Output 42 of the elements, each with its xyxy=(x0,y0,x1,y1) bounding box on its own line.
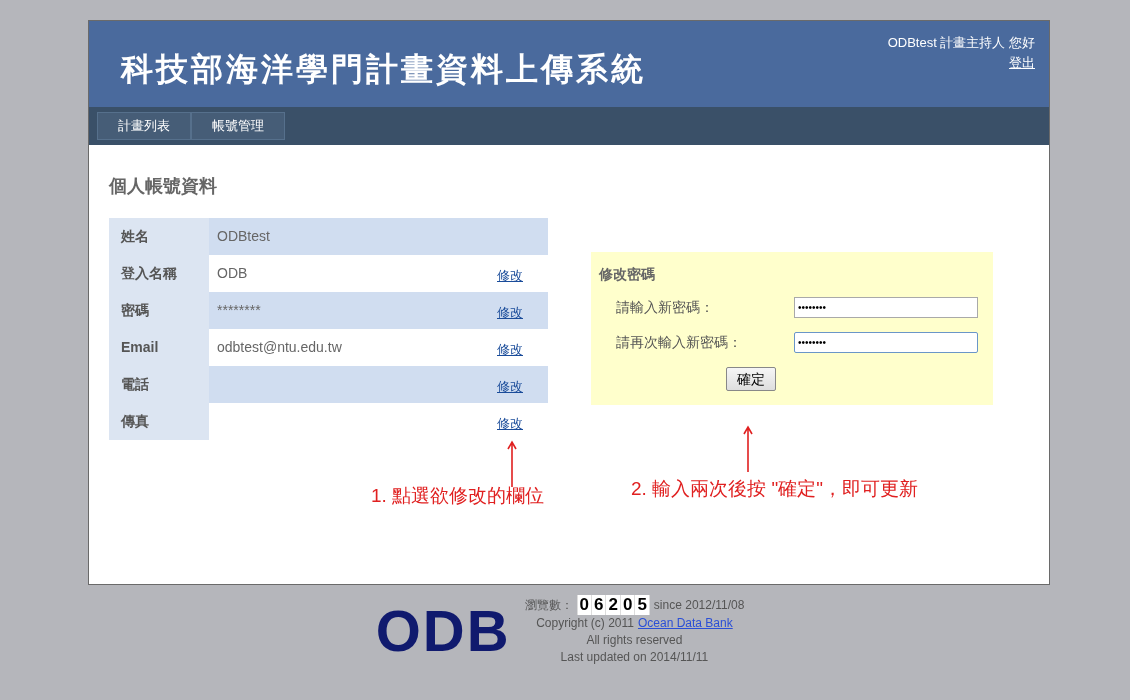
edit-link[interactable]: 修改 xyxy=(497,413,523,434)
field-label: 密碼 xyxy=(109,292,209,329)
nav-tab[interactable]: 帳號管理 xyxy=(191,112,285,140)
section-title: 個人帳號資料 xyxy=(109,175,218,198)
greeting-text: ODBtest 計畫主持人 您好 xyxy=(887,34,1035,52)
arrow-icon xyxy=(507,440,517,488)
panel-title: 修改密碼 xyxy=(599,265,656,284)
field-value: ******** xyxy=(217,301,261,320)
annotation-text: 1. 點選欲修改的欄位 xyxy=(371,484,546,508)
nav-tab[interactable]: 計畫列表 xyxy=(97,112,191,140)
arrow-icon xyxy=(743,425,753,473)
since-text: since 2012/11/08 xyxy=(653,596,745,614)
logout-link[interactable]: 登出 xyxy=(1009,52,1035,72)
field-value: ODB xyxy=(217,264,248,283)
updated-text: Last updated on 2014/11/11 xyxy=(560,649,709,666)
counter-digit: 2 xyxy=(606,595,620,615)
confirm-button[interactable]: 確定 xyxy=(726,367,776,391)
field-label: 電話 xyxy=(109,366,209,403)
counter-digit: 6 xyxy=(592,595,606,615)
counter-label: 瀏覽數： xyxy=(524,596,573,614)
counter-digit: 0 xyxy=(577,595,591,615)
counter-digit: 5 xyxy=(635,595,649,615)
field-value: ODBtest xyxy=(217,227,270,246)
field-label: 登入名稱 xyxy=(109,255,209,292)
copyright-text: Copyright (c) 2011 xyxy=(536,615,634,632)
edit-link[interactable]: 修改 xyxy=(497,339,523,360)
edit-link[interactable]: 修改 xyxy=(497,302,523,323)
password-field[interactable]: •••••••• xyxy=(794,297,978,318)
field-label: Email xyxy=(109,329,209,366)
rights-text: All rights reserved xyxy=(586,632,683,649)
field-label: 姓名 xyxy=(109,218,209,255)
password-field[interactable]: •••••••• xyxy=(794,332,978,353)
annotation-text: 2. 輸入兩次後按 "確定"，即可更新 xyxy=(631,477,919,501)
counter-digit: 0 xyxy=(620,595,635,615)
field-label: 請輸入新密碼： xyxy=(616,298,715,317)
field-label: 傳真 xyxy=(109,403,209,440)
site-title: 科技部海洋學門計畫資料上傳系統 xyxy=(121,49,646,90)
field-value: odbtest@ntu.edu.tw xyxy=(217,338,342,357)
edit-link[interactable]: 修改 xyxy=(497,265,523,286)
field-label: 請再次輸入新密碼： xyxy=(616,333,743,352)
odb-logo: ODB xyxy=(375,601,511,660)
edit-link[interactable]: 修改 xyxy=(497,376,523,397)
